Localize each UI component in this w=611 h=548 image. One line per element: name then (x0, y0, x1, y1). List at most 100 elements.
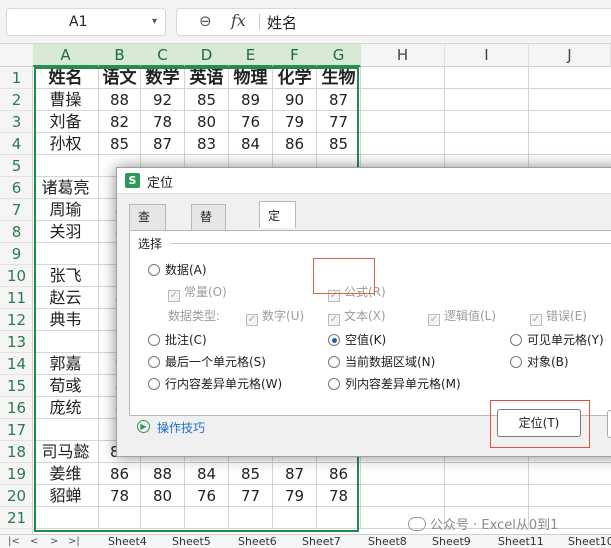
next-sheet-icon[interactable]: > (50, 535, 58, 548)
cell[interactable]: 85 (185, 89, 229, 111)
sheet-tab[interactable]: Sheet9 (432, 535, 471, 548)
column-header-j[interactable]: J (529, 44, 611, 67)
cell[interactable]: 83 (185, 133, 229, 155)
row-header-20[interactable]: 20 (0, 485, 33, 507)
cell[interactable]: 86 (273, 133, 317, 155)
cell[interactable] (317, 507, 361, 529)
cell[interactable]: 89 (229, 89, 273, 111)
cell[interactable]: 郭嘉 (33, 353, 99, 375)
cell[interactable]: 语文 (99, 67, 141, 89)
cell[interactable] (99, 507, 141, 529)
dialog-titlebar[interactable]: S 定位 (117, 168, 611, 194)
checkbox-logicals[interactable]: ✓ 逻辑值(L) (428, 309, 496, 326)
cell[interactable]: 84 (229, 133, 273, 155)
sheet-tab[interactable]: Sheet7 (302, 535, 341, 548)
goto-button[interactable]: 定位(T) (497, 409, 581, 437)
row-header-3[interactable]: 3 (0, 111, 33, 133)
radio-blanks[interactable]: 空值(K) (328, 333, 386, 347)
sheet-tab[interactable]: Sheet11 (498, 535, 544, 548)
cell[interactable] (445, 111, 529, 133)
column-header-i[interactable]: I (445, 44, 529, 67)
cell[interactable]: 生物 (317, 67, 361, 89)
row-header-21[interactable]: 21 (0, 507, 33, 529)
column-header-e[interactable]: E (229, 44, 273, 67)
row-header-18[interactable]: 18 (0, 441, 33, 463)
radio-col-diff[interactable]: 列内容差异单元格(M) (328, 377, 461, 391)
checkbox-numbers[interactable]: ✓ 数字(U) (246, 309, 304, 326)
cell[interactable]: 荀彧 (33, 375, 99, 397)
cell[interactable]: 80 (141, 485, 185, 507)
cell[interactable] (185, 507, 229, 529)
cell[interactable] (141, 507, 185, 529)
column-header-h[interactable]: H (361, 44, 445, 67)
tips-link[interactable]: 操作技巧 (157, 419, 205, 436)
cell[interactable]: 87 (317, 89, 361, 111)
tab-find[interactable]: 查找(D) (129, 204, 166, 272)
tab-replace[interactable]: 替换(P) (191, 204, 226, 272)
row-header-5[interactable]: 5 (0, 155, 33, 177)
cell[interactable]: 曹操 (33, 89, 99, 111)
cell[interactable]: 貂蝉 (33, 485, 99, 507)
cell[interactable]: 赵云 (33, 287, 99, 309)
cell[interactable]: 88 (99, 89, 141, 111)
cell[interactable]: 78 (141, 111, 185, 133)
sheet-tab[interactable]: Sheet6 (238, 535, 277, 548)
cell[interactable]: 86 (99, 463, 141, 485)
prev-sheet-icon[interactable]: < (30, 535, 38, 548)
cell[interactable]: 87 (141, 133, 185, 155)
cell[interactable]: 76 (185, 485, 229, 507)
row-header-14[interactable]: 14 (0, 353, 33, 375)
cell[interactable] (361, 89, 445, 111)
tab-goto[interactable]: 定位(G) (259, 201, 296, 279)
row-header-13[interactable]: 13 (0, 331, 33, 353)
cell[interactable]: 孙权 (33, 133, 99, 155)
cell[interactable]: 物理 (229, 67, 273, 89)
radio-visible-cells[interactable]: 可见单元格(Y) (510, 333, 604, 347)
cell[interactable]: 79 (273, 111, 317, 133)
cell[interactable] (273, 507, 317, 529)
cell[interactable]: 85 (99, 133, 141, 155)
zoom-icon[interactable]: ⊖ (199, 12, 212, 30)
row-header-11[interactable]: 11 (0, 287, 33, 309)
cell[interactable]: 张飞 (33, 265, 99, 287)
cell[interactable]: 78 (99, 485, 141, 507)
row-header-6[interactable]: 6 (0, 177, 33, 199)
row-header-2[interactable]: 2 (0, 89, 33, 111)
cell[interactable] (529, 67, 611, 89)
column-header-b[interactable]: B (99, 44, 141, 67)
cell[interactable] (361, 463, 445, 485)
formula-text[interactable]: 姓名 (267, 12, 297, 33)
cell[interactable] (361, 67, 445, 89)
cell[interactable]: 77 (317, 111, 361, 133)
cell[interactable]: 84 (185, 463, 229, 485)
radio-objects[interactable]: 对象(B) (510, 355, 569, 369)
cell[interactable]: 姓名 (33, 67, 99, 89)
cell[interactable]: 82 (99, 111, 141, 133)
name-box[interactable]: A1 ▾ (6, 8, 166, 36)
cell[interactable] (361, 485, 445, 507)
cell[interactable]: 92 (141, 89, 185, 111)
column-header-a[interactable]: A (33, 44, 99, 67)
row-header-16[interactable]: 16 (0, 397, 33, 419)
cell[interactable]: 85 (229, 463, 273, 485)
cell[interactable] (33, 331, 99, 353)
cell[interactable]: 刘备 (33, 111, 99, 133)
first-sheet-icon[interactable]: |< (8, 535, 20, 548)
column-header-c[interactable]: C (141, 44, 185, 67)
cell[interactable] (445, 133, 529, 155)
cell[interactable] (445, 463, 529, 485)
cancel-button[interactable] (607, 410, 611, 438)
cell[interactable] (445, 89, 529, 111)
row-header-10[interactable]: 10 (0, 265, 33, 287)
sheet-tab[interactable]: Sheet8 (368, 535, 407, 548)
cell[interactable]: 诸葛亮 (33, 177, 99, 199)
row-header-17[interactable]: 17 (0, 419, 33, 441)
cell[interactable]: 78 (317, 485, 361, 507)
cell[interactable] (529, 111, 611, 133)
row-header-9[interactable]: 9 (0, 243, 33, 265)
cell[interactable]: 数学 (141, 67, 185, 89)
checkbox-errors[interactable]: ✓ 错误(E) (530, 309, 587, 326)
cell[interactable] (33, 243, 99, 265)
column-header-f[interactable]: F (273, 44, 317, 67)
row-header-7[interactable]: 7 (0, 199, 33, 221)
